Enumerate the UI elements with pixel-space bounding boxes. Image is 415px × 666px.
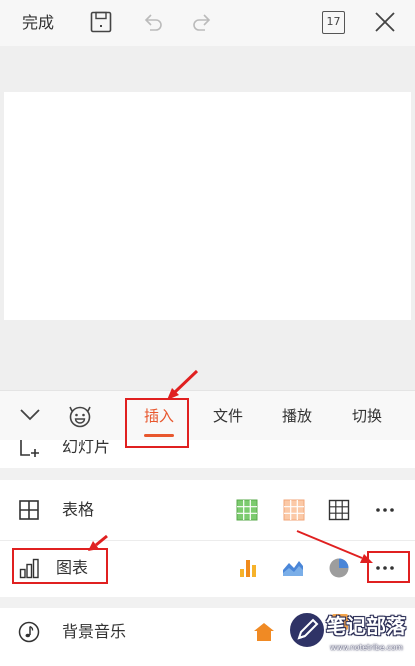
redo-icon[interactable] bbox=[191, 11, 213, 33]
ribbon-toolbar: 插入 文件 播放 切换 bbox=[0, 390, 415, 440]
top-bar: 完成 17 bbox=[0, 0, 415, 46]
plain-table-style-icon[interactable] bbox=[328, 499, 350, 521]
undo-icon[interactable] bbox=[142, 11, 164, 33]
tab-file[interactable]: 文件 bbox=[213, 391, 243, 441]
annotation-box-chart bbox=[12, 548, 108, 584]
annotation-box-insert-tab bbox=[125, 398, 189, 448]
close-icon[interactable] bbox=[374, 11, 396, 33]
watermark-url: www.notetribe.com bbox=[330, 643, 403, 652]
table-icon bbox=[18, 499, 40, 521]
annotation-box-more bbox=[367, 551, 410, 583]
list-item-label: 背景音乐 bbox=[62, 622, 127, 641]
area-chart-icon[interactable] bbox=[282, 557, 304, 579]
slide-page[interactable] bbox=[4, 92, 411, 320]
list-item-label: 表格 bbox=[62, 500, 95, 519]
done-button[interactable]: 完成 bbox=[22, 12, 54, 34]
section-separator bbox=[0, 597, 415, 608]
music-option-icon[interactable] bbox=[253, 621, 275, 643]
column-chart-icon[interactable] bbox=[237, 557, 259, 579]
watermark-logo-icon bbox=[287, 610, 327, 650]
green-table-style-icon[interactable] bbox=[236, 499, 258, 521]
more-icon[interactable] bbox=[374, 499, 396, 521]
tab-play[interactable]: 播放 bbox=[282, 391, 312, 441]
list-item-table[interactable]: 表格 bbox=[0, 480, 415, 540]
pie-chart-icon[interactable] bbox=[328, 557, 350, 579]
tab-transition[interactable]: 切换 bbox=[352, 391, 382, 441]
chevron-down-icon[interactable] bbox=[19, 408, 41, 422]
app-screen: 完成 17 插入 文件 播放 切换 幻灯片 表格 图表 背景音乐 笔记部落 ww… bbox=[0, 0, 415, 666]
watermark-name: 笔记部落 bbox=[326, 614, 406, 638]
orange-table-style-icon[interactable] bbox=[283, 499, 305, 521]
slide-canvas bbox=[0, 46, 415, 390]
slide-count-icon[interactable]: 17 bbox=[322, 11, 345, 34]
section-separator bbox=[0, 468, 415, 480]
music-icon bbox=[18, 621, 40, 643]
save-icon[interactable] bbox=[90, 11, 112, 33]
emoji-icon[interactable] bbox=[67, 403, 93, 429]
